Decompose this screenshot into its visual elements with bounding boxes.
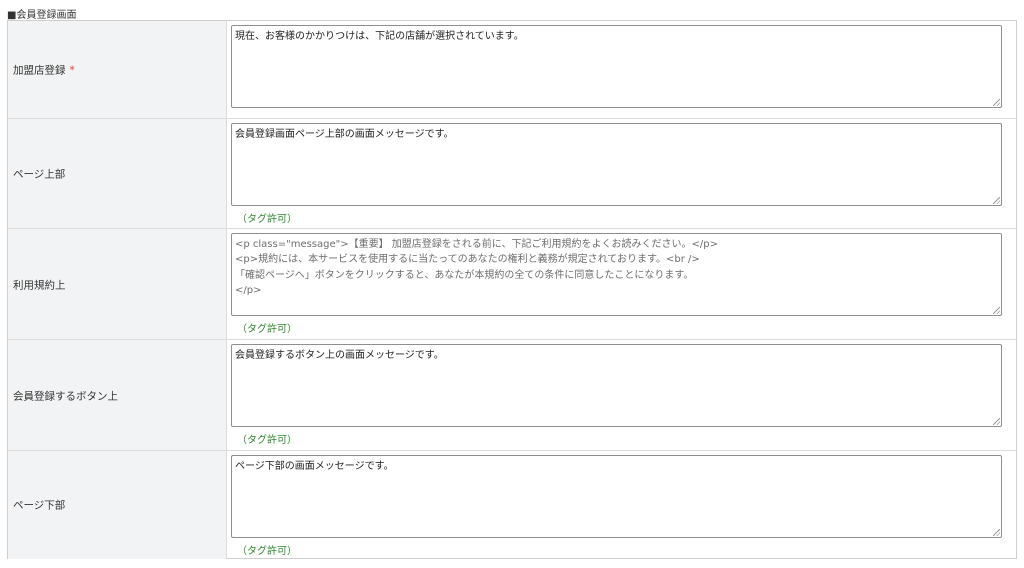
message-textarea-wrap: <p class="message">【重要】 加盟店登録をされる前に、下記ご利… [231, 233, 1002, 316]
tag-allowed-hint: （タグ許可） [237, 546, 297, 557]
member-registration-form: 加盟店登録 * 現在、お客様のかかりつけは、下記の店舗が選択されています。 ページ… [7, 20, 1017, 559]
field-label-text: 加盟店登録 [13, 64, 66, 76]
form-row-page-top: ページ上部 会員登録画面ページ上部の画面メッセージです。 （タグ許可） [8, 118, 1016, 229]
message-textarea-wrap: 会員登録するボタン上の画面メッセージです。 [231, 344, 1002, 427]
merchant-registration-textarea[interactable]: 現在、お客様のかかりつけは、下記の店舗が選択されています。 [232, 26, 1001, 107]
label-cell: ページ下部 [8, 451, 227, 559]
terms-top-textarea[interactable]: <p class="message">【重要】 加盟店登録をされる前に、下記ご利… [232, 234, 1001, 315]
resize-handle-icon[interactable] [993, 307, 1000, 314]
label-cell: ページ上部 [8, 119, 227, 229]
label-cell: 利用規約上 [8, 229, 227, 340]
tag-allowed-hint: （タグ許可） [237, 435, 297, 446]
tag-allowed-hint: （タグ許可） [237, 324, 297, 335]
resize-handle-icon[interactable] [993, 197, 1000, 204]
resize-handle-icon[interactable] [993, 99, 1000, 106]
field-label: ページ下部 [13, 499, 66, 512]
resize-handle-icon[interactable] [993, 418, 1000, 425]
field-label: 利用規約上 [13, 279, 66, 291]
label-cell: 加盟店登録 * [8, 21, 227, 118]
message-textarea-wrap: 現在、お客様のかかりつけは、下記の店舗が選択されています。 [231, 25, 1002, 108]
register-button-top-textarea[interactable]: 会員登録するボタン上の画面メッセージです。 [232, 345, 1001, 426]
field-label: 加盟店登録 * [13, 62, 75, 77]
field-label: ページ上部 [13, 168, 66, 181]
form-row-terms-top: 利用規約上 <p class="message">【重要】 加盟店登録をされる前… [8, 228, 1016, 340]
message-textarea-wrap: 会員登録画面ページ上部の画面メッセージです。 [231, 123, 1002, 206]
tag-allowed-hint: （タグ許可） [237, 214, 297, 225]
message-textarea-wrap: ページ下部の画面メッセージです。 [231, 455, 1002, 538]
section-title: ■会員登録画面 [7, 10, 77, 21]
form-row-merchant-registration: 加盟店登録 * 現在、お客様のかかりつけは、下記の店舗が選択されています。 [8, 21, 1016, 118]
required-mark: * [69, 64, 75, 76]
form-row-register-button-top: 会員登録するボタン上 会員登録するボタン上の画面メッセージです。 （タグ許可） [8, 339, 1016, 451]
label-cell: 会員登録するボタン上 [8, 340, 227, 451]
page-bottom-textarea[interactable]: ページ下部の画面メッセージです。 [232, 456, 1001, 537]
form-row-page-bottom: ページ下部 ページ下部の画面メッセージです。 （タグ許可） [8, 450, 1016, 559]
resize-handle-icon[interactable] [993, 529, 1000, 536]
page-top-textarea[interactable]: 会員登録画面ページ上部の画面メッセージです。 [232, 124, 1001, 205]
field-label: 会員登録するボタン上 [13, 390, 118, 402]
